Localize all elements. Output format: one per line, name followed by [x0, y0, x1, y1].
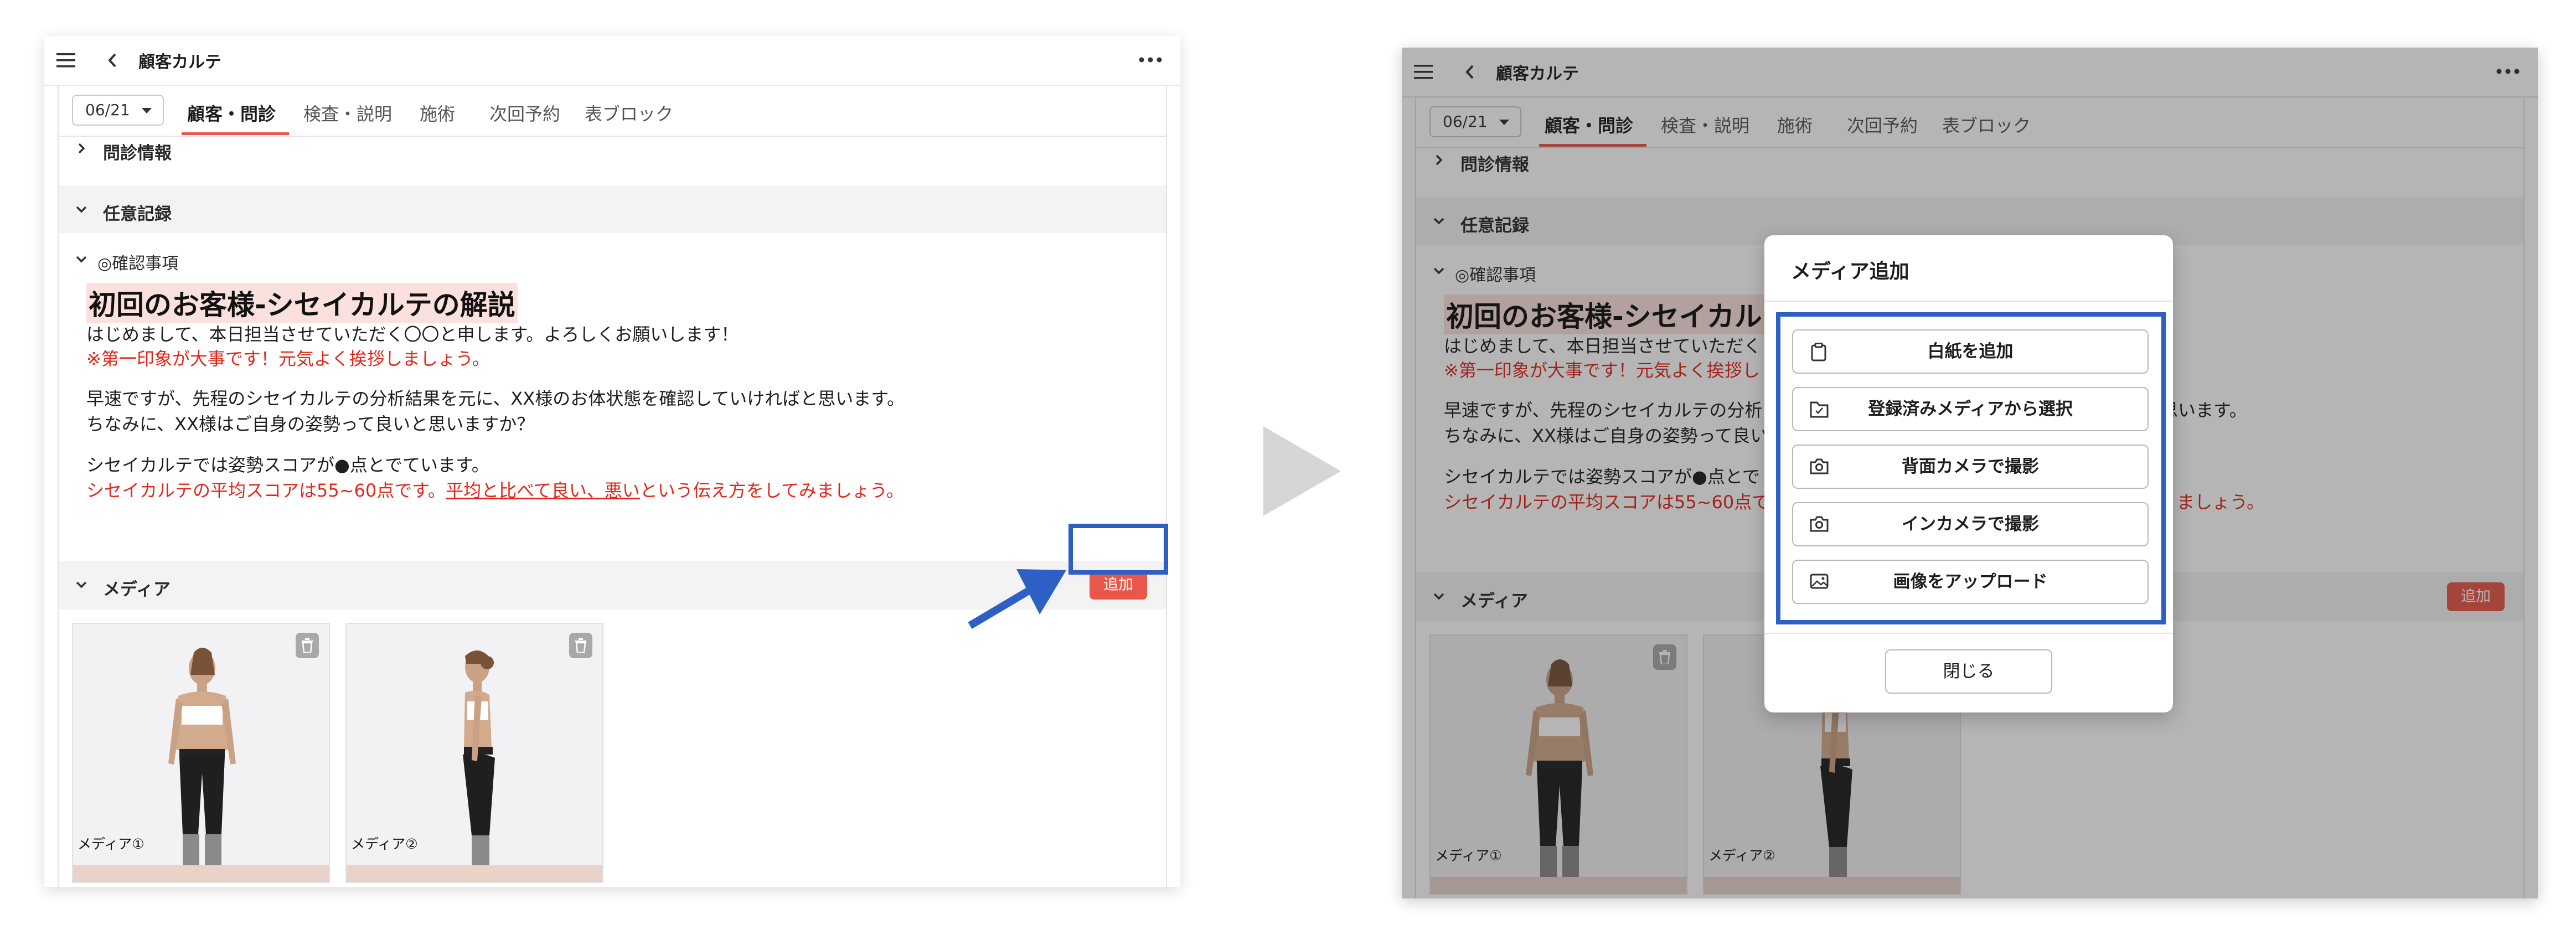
chevron-right-icon — [78, 143, 85, 154]
tab-customer-interview[interactable]: 顧客・問診 — [187, 100, 276, 126]
caret-down-icon — [142, 108, 152, 113]
section-free-record[interactable]: 任意記録 — [59, 185, 1166, 233]
floor-strip — [347, 865, 602, 882]
doc-line-1: はじめまして、本日担当させていただく〇〇と申します。よろしくお願いします！ — [86, 324, 739, 345]
tab-next-appointment[interactable]: 次回予約 — [489, 100, 560, 126]
doc-heading: 初回のお客様-シセイカルテの解説 — [86, 283, 518, 323]
media-label-1: メディア① — [78, 836, 144, 852]
close-dialog-button[interactable]: 閉じる — [1885, 649, 2052, 694]
top-bar: 顧客カルテ — [44, 36, 1180, 86]
trash-icon — [575, 638, 586, 653]
app-window-before: 顧客カルテ 06/21 顧客・問診 検査・説明 施術 次回予約 表ブロック 問診… — [44, 36, 1180, 887]
dialog-title: メディア追加 — [1791, 260, 1909, 283]
content-area: 06/21 顧客・問診 検査・説明 施術 次回予約 表ブロック 問診情報 任意記… — [58, 86, 1167, 887]
delete-media-button[interactable] — [569, 633, 592, 658]
section-media-title: メディア — [103, 580, 171, 600]
tutorial-scene: 顧客カルテ 06/21 顧客・問診 検査・説明 施術 次回予約 表ブロック 問診… — [0, 0, 2576, 940]
tab-table-block[interactable]: 表ブロック — [585, 100, 673, 126]
doc-line-5: シセイカルテでは姿勢スコアが●点とでています。 — [86, 454, 489, 476]
add-media-button[interactable]: 追加 — [1090, 571, 1147, 600]
section-confirm-title: ◎確認事項 — [97, 254, 179, 273]
doc-line-2: ※第一印象が大事です！元気よく挨拶しましょう。 — [86, 348, 490, 369]
more-options-icon[interactable] — [1138, 53, 1163, 67]
doc-line-4: ちなみに、XX様はご自身の姿勢って良いと思いますか？ — [86, 414, 535, 435]
media-card-1[interactable]: メディア① — [72, 623, 330, 883]
doc-line-6-part1: シセイカルテの平均スコアは55~60点です。 — [86, 480, 446, 501]
page-title: 顧客カルテ — [138, 53, 221, 72]
date-select[interactable]: 06/21 — [72, 95, 164, 126]
options-highlight-box — [1776, 312, 2166, 624]
pointer-arrow-icon — [968, 569, 1066, 629]
next-step-arrow-icon — [1263, 426, 1341, 516]
doc-line-6: シセイカルテの平均スコアは55~60点です。平均と比べて良い、悪いという伝え方を… — [86, 477, 904, 502]
date-select-value: 06/21 — [85, 101, 130, 119]
dialog-divider — [1764, 633, 2173, 634]
dialog-divider — [1764, 301, 2173, 302]
hamburger-menu-icon[interactable] — [56, 51, 75, 70]
tab-bar: 06/21 顧客・問診 検査・説明 施術 次回予約 表ブロック — [59, 86, 1166, 137]
section-interview[interactable]: 問診情報 — [59, 137, 1166, 167]
chevron-down-icon — [76, 256, 87, 263]
floor-strip — [73, 865, 329, 882]
trash-icon — [302, 638, 313, 653]
back-chevron-icon[interactable] — [105, 52, 120, 69]
media-card-2[interactable]: メディア② — [345, 623, 603, 883]
doc-line-6-part2: という伝え方をしてみましょう。 — [639, 480, 904, 501]
section-free-record-title: 任意記録 — [103, 204, 172, 224]
doc-line-6-link[interactable]: 平均と比べて良い、悪い — [446, 480, 640, 501]
tab-treatment[interactable]: 施術 — [420, 100, 455, 126]
media-label-2: メディア② — [351, 836, 418, 852]
active-tab-indicator — [182, 132, 289, 135]
chevron-down-icon — [76, 581, 87, 588]
chevron-down-icon — [76, 206, 87, 213]
section-interview-title: 問診情報 — [103, 143, 172, 163]
delete-media-button[interactable] — [296, 633, 319, 658]
doc-line-3: 早速ですが、先程のシセイカルテの分析結果を元に、XX様のお体状態を確認していけれ… — [86, 388, 905, 409]
tab-exam-explanation[interactable]: 検査・説明 — [303, 100, 392, 126]
add-button-highlight-box — [1068, 524, 1168, 575]
section-confirm[interactable]: ◎確認事項 — [59, 245, 1166, 273]
